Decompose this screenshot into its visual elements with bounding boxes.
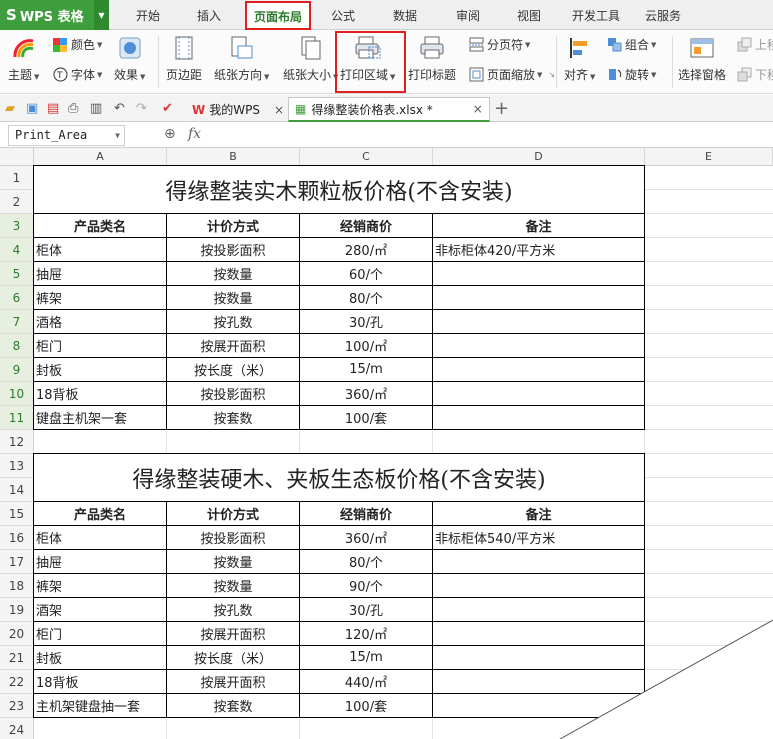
print-icon[interactable]: ⎙ — [68, 101, 78, 116]
document-tab-bar: ▰ ▣ ▤ ⎙ ▥ ↶ ↷ ✔ W 我的WPS × ▦ 得缘整装价格表.xlsx… — [0, 95, 773, 122]
tab-data[interactable]: 数据 — [393, 7, 417, 24]
effects-icon — [117, 36, 143, 60]
font-button[interactable]: T 字体 ▼ — [52, 66, 102, 83]
align-button[interactable]: 对齐 ▼ — [564, 36, 595, 83]
print-titles-label: 打印标题 — [408, 68, 457, 82]
fx-icon[interactable]: fx — [188, 126, 201, 142]
my-wps-label: 我的WPS — [209, 103, 260, 117]
selection-pane-label: 选择窗格 — [678, 68, 727, 82]
page-break-icon — [468, 37, 484, 53]
theme-icon — [11, 36, 37, 60]
rotate-label: 旋转 — [625, 68, 650, 82]
close-icon[interactable]: × — [473, 102, 483, 116]
spreadsheet-file-icon: ▦ — [295, 102, 307, 116]
page-break-button[interactable]: 分页符 ▼ — [468, 36, 530, 53]
workbook-tab-label: 得缘整装价格表.xlsx * — [311, 102, 433, 117]
wps-app-menu[interactable]: S WPS 表格 ▼ — [0, 0, 109, 30]
print-preview-icon[interactable]: ▥ — [90, 101, 102, 116]
tab-formulas[interactable]: 公式 — [331, 7, 355, 24]
tab-insert[interactable]: 插入 — [197, 7, 221, 24]
print-area-highlight — [335, 31, 406, 93]
name-box[interactable]: Print_Area ▼ — [8, 125, 125, 146]
spreadsheet-grid[interactable]: A B C D E 1 2 3 4 5 6 7 8 9 10 11 12 13 14 15 16 17 18 19 20 21 22… — [0, 148, 773, 739]
tab-view[interactable]: 视图 — [517, 7, 541, 24]
paper-size-icon — [298, 36, 324, 60]
align-label: 对齐 — [564, 68, 589, 82]
effects-label: 效果 — [114, 68, 139, 82]
group-icon — [606, 37, 622, 53]
page-corner-fold — [559, 619, 773, 739]
margins-icon — [171, 36, 197, 60]
color-palette-icon — [52, 37, 68, 53]
margins-label: 页边距 — [166, 68, 203, 82]
formula-bar: Print_Area ▼ ⊕ fx — [0, 123, 773, 148]
dialog-launcher-icon[interactable]: ↘ — [548, 70, 555, 79]
page-break-label: 分页符 — [487, 38, 524, 52]
selection-pane-icon — [689, 36, 715, 60]
orientation-button[interactable]: 纸张方向 ▼ — [214, 36, 269, 83]
chevron-down-icon[interactable]: ▼ — [94, 0, 109, 30]
tab-review[interactable]: 审阅 — [456, 7, 480, 24]
font-icon: T — [52, 67, 68, 83]
theme-button[interactable]: 主题 ▼ — [8, 36, 39, 83]
margins-button[interactable]: 页边距 — [166, 36, 202, 83]
theme-label: 主题 — [8, 68, 33, 82]
effects-button[interactable]: 效果 ▼ — [114, 36, 145, 83]
print-titles-icon — [419, 36, 445, 60]
tab-page-layout[interactable]: 页面布局 — [245, 1, 312, 30]
color-label: 颜色 — [71, 38, 96, 52]
ribbon-tab-bar: S WPS 表格 ▼ 开始 插入 页面布局 公式 数据 审阅 视图 开发工具 云… — [0, 0, 773, 30]
send-backward-button[interactable]: 下移 — [736, 66, 773, 83]
orientation-label: 纸张方向 — [214, 68, 263, 82]
paper-size-label: 纸张大小 — [283, 68, 332, 82]
tab-cloud[interactable]: 云服务 — [645, 7, 681, 24]
redo-icon[interactable]: ↷ — [136, 101, 147, 116]
tab-developer[interactable]: 开发工具 — [572, 7, 620, 24]
close-icon[interactable]: × — [274, 103, 284, 117]
new-tab-icon[interactable]: + — [494, 98, 509, 119]
group-label: 组合 — [625, 38, 650, 52]
paper-size-button[interactable]: 纸张大小 ▼ — [283, 36, 338, 83]
rotate-button[interactable]: 旋转 ▼ — [606, 66, 656, 83]
orientation-icon — [229, 36, 255, 60]
open-folder-icon[interactable]: ▰ — [5, 101, 15, 116]
name-box-value: Print_Area — [15, 128, 88, 142]
bring-forward-button[interactable]: 上移 — [736, 36, 773, 53]
export-pdf-icon[interactable]: ▤ — [47, 101, 59, 116]
svg-text:T: T — [56, 71, 63, 81]
group-button[interactable]: 组合 ▼ — [606, 36, 656, 53]
tab-home[interactable]: 开始 — [136, 7, 160, 24]
app-logo-label: WPS 表格 — [19, 9, 84, 25]
rotate-icon — [606, 67, 622, 83]
wps-w-icon: W — [192, 102, 206, 117]
formula-input[interactable] — [210, 125, 770, 146]
page-zoom-button[interactable]: 页面缩放 ▼ ↘ — [468, 66, 555, 83]
selection-pane-button[interactable]: 选择窗格 — [678, 36, 726, 83]
send-backward-icon — [736, 67, 752, 83]
wps-logo-icon: S — [6, 6, 17, 24]
save-icon[interactable]: ▣ — [26, 101, 38, 116]
zoom-function-icon[interactable]: ⊕ — [164, 126, 176, 142]
wps-spreadsheet-window: S WPS 表格 ▼ 开始 插入 页面布局 公式 数据 审阅 视图 开发工具 云… — [0, 0, 773, 739]
undo-icon[interactable]: ↶ — [114, 101, 125, 116]
page-zoom-icon — [468, 67, 484, 83]
pin-icon[interactable]: ✔ — [162, 101, 173, 116]
align-icon — [567, 36, 593, 60]
print-titles-button[interactable]: 打印标题 — [408, 36, 456, 83]
bring-forward-label: 上移 — [755, 38, 773, 52]
bring-forward-icon — [736, 37, 752, 53]
chevron-down-icon[interactable]: ▼ — [115, 126, 120, 145]
tab-active-workbook[interactable]: ▦ 得缘整装价格表.xlsx * × — [288, 97, 490, 122]
send-backward-label: 下移 — [755, 68, 773, 82]
font-label: 字体 — [71, 68, 96, 82]
color-button[interactable]: 颜色 ▼ — [52, 36, 102, 53]
tab-my-wps[interactable]: W 我的WPS × — [186, 97, 290, 122]
page-zoom-label: 页面缩放 — [487, 68, 536, 82]
